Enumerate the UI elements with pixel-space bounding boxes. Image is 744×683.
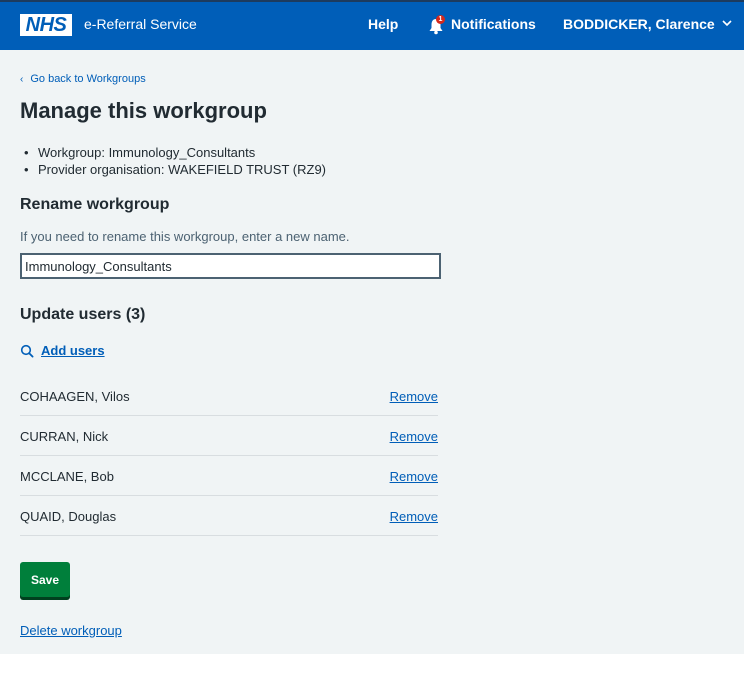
user-name: MCCLANE, Bob (20, 469, 114, 484)
summary-workgroup: Workgroup: Immunology_Consultants (38, 145, 256, 160)
remove-user-link[interactable]: Remove (390, 389, 438, 404)
workgroup-name-input[interactable] (20, 253, 441, 279)
user-list: COHAAGEN, Vilos Remove CURRAN, Nick Remo… (20, 376, 438, 536)
add-users-label: Add users (41, 343, 105, 358)
service-name[interactable]: e-Referral Service (84, 16, 197, 32)
user-name: COHAAGEN, Vilos (20, 389, 130, 404)
rename-heading: Rename workgroup (20, 196, 170, 213)
summary-provider: Provider organisation: WAKEFIELD TRUST (… (38, 162, 327, 177)
notifications-link[interactable]: Notifications (451, 16, 536, 32)
update-users-heading: Update users (3) (20, 306, 146, 323)
summary-item: • Workgroup: Immunology_Consultants (24, 145, 256, 160)
notification-count-badge: 1 (436, 15, 445, 24)
site-header: NHS e-Referral Service Help 1 Notificati… (0, 0, 744, 50)
remove-user-link[interactable]: Remove (390, 429, 438, 444)
save-button[interactable]: Save (20, 562, 70, 597)
list-item: CURRAN, Nick Remove (20, 416, 438, 456)
header-topline (0, 0, 744, 2)
chevron-down-icon[interactable] (722, 19, 732, 27)
list-item: MCCLANE, Bob Remove (20, 456, 438, 496)
delete-workgroup-link[interactable]: Delete workgroup (20, 623, 122, 638)
chevron-left-icon: ‹ (20, 74, 24, 85)
main-content: ‹ Go back to Workgroups Manage this workg… (0, 50, 744, 654)
user-name: CURRAN, Nick (20, 429, 109, 444)
page-title: Manage this workgroup (20, 98, 267, 123)
remove-user-link[interactable]: Remove (390, 509, 438, 524)
back-link-label: Go back to Workgroups (30, 73, 146, 85)
user-name: QUAID, Douglas (20, 509, 117, 524)
search-icon (20, 344, 34, 358)
user-menu[interactable]: BODDICKER, Clarence (563, 16, 715, 32)
summary-item: • Provider organisation: WAKEFIELD TRUST … (24, 162, 327, 177)
list-item: COHAAGEN, Vilos Remove (20, 376, 438, 416)
back-link[interactable]: ‹ Go back to Workgroups (20, 73, 146, 85)
list-item: QUAID, Douglas Remove (20, 496, 438, 536)
help-link[interactable]: Help (368, 16, 398, 32)
nhs-logo[interactable]: NHS (20, 14, 72, 36)
rename-hint: If you need to rename this workgroup, en… (20, 229, 350, 244)
workgroup-summary: • Workgroup: Immunology_Consultants • Prov… (24, 144, 326, 178)
remove-user-link[interactable]: Remove (390, 469, 438, 484)
